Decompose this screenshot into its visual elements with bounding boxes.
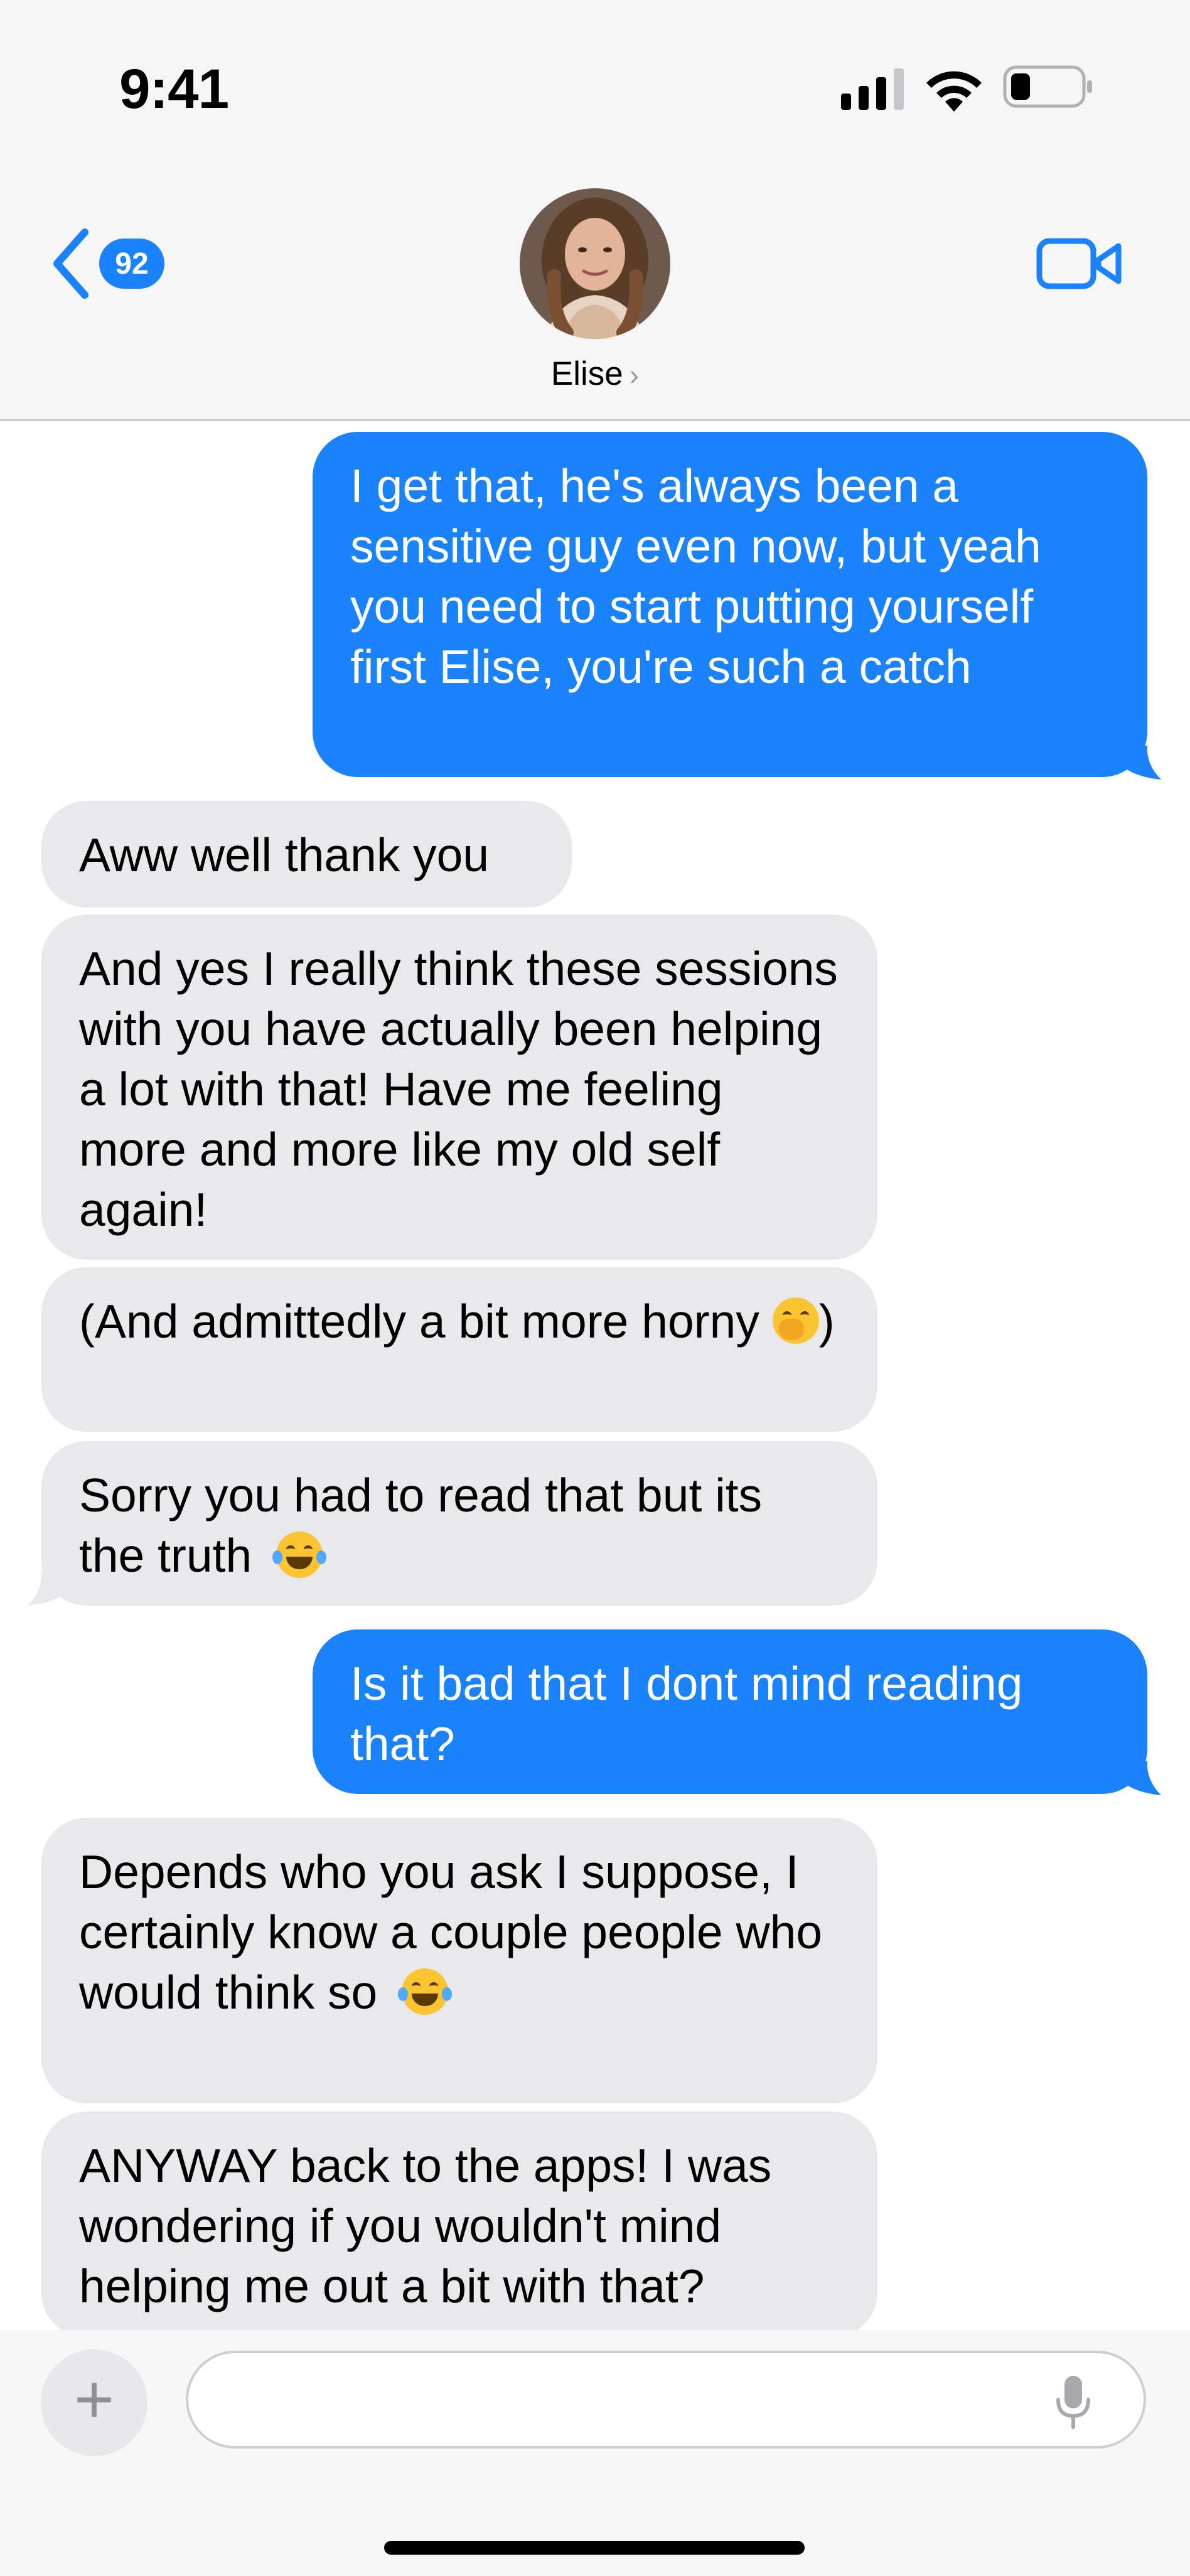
contact-name-button[interactable]: Elise › (0, 355, 1190, 393)
conversation-header: 9:41 92 Elise › (0, 0, 1190, 421)
message-text-input[interactable] (213, 2366, 1032, 2436)
status-time: 9:41 (119, 57, 229, 120)
bubble-tail (1123, 1761, 1161, 1795)
message-text: Sorry you had to read that but its the t… (79, 1469, 763, 1582)
message-text: And yes I really think these sessions wi… (79, 942, 838, 1236)
face-with-tears-of-joy-emoji (398, 1968, 453, 2015)
chevron-right-icon: › (629, 358, 640, 391)
contact-name: Elise (550, 355, 623, 392)
sent-message-bubble[interactable]: Is it bad that I dont mind reading that? (313, 1629, 1147, 1794)
bubble-tail (28, 1572, 65, 1606)
contact-avatar[interactable] (520, 188, 670, 339)
battery-icon (1003, 65, 1092, 108)
received-message-bubble[interactable]: ANYWAY back to the apps! I was wondering… (41, 2112, 877, 2337)
bubble-tail (1123, 746, 1161, 780)
face-with-hand-over-mouth-emoji (772, 1297, 819, 1344)
received-message-bubble[interactable]: Sorry you had to read that but its the t… (41, 1441, 877, 1606)
signal-icon (841, 68, 904, 110)
unread-count-badge[interactable]: 92 (99, 239, 164, 289)
received-message-bubble[interactable]: Depends who you ask I suppose, I certain… (41, 1818, 877, 2103)
message-input-field[interactable] (186, 2351, 1146, 2449)
home-indicator[interactable] (384, 2541, 805, 2555)
received-message-bubble[interactable]: Aww well thank you (41, 801, 572, 908)
message-text: Aww well thank you (79, 829, 490, 881)
message-text: Is it bad that I dont mind reading that? (350, 1657, 1023, 1770)
message-text: I get that, he's always been a sensitive… (350, 459, 1041, 693)
video-call-icon[interactable] (1036, 232, 1123, 295)
received-message-bubble[interactable]: And yes I really think these sessions wi… (41, 915, 877, 1260)
back-chevron-icon[interactable] (47, 226, 97, 301)
received-message-bubble[interactable]: (And admittedly a bit more horny ) (41, 1267, 877, 1432)
wifi-icon (926, 71, 982, 112)
add-attachment-button[interactable]: + (41, 2349, 147, 2456)
message-text-suffix: ) (818, 1295, 835, 1348)
sent-message-bubble[interactable]: I get that, he's always been a sensitive… (313, 432, 1147, 777)
face-with-tears-of-joy-emoji (272, 1532, 327, 1578)
message-text: ANYWAY back to the apps! I was wondering… (79, 2139, 772, 2312)
message-text: (And admittedly a bit more horny (79, 1295, 759, 1348)
microphone-icon[interactable] (1054, 2375, 1092, 2431)
